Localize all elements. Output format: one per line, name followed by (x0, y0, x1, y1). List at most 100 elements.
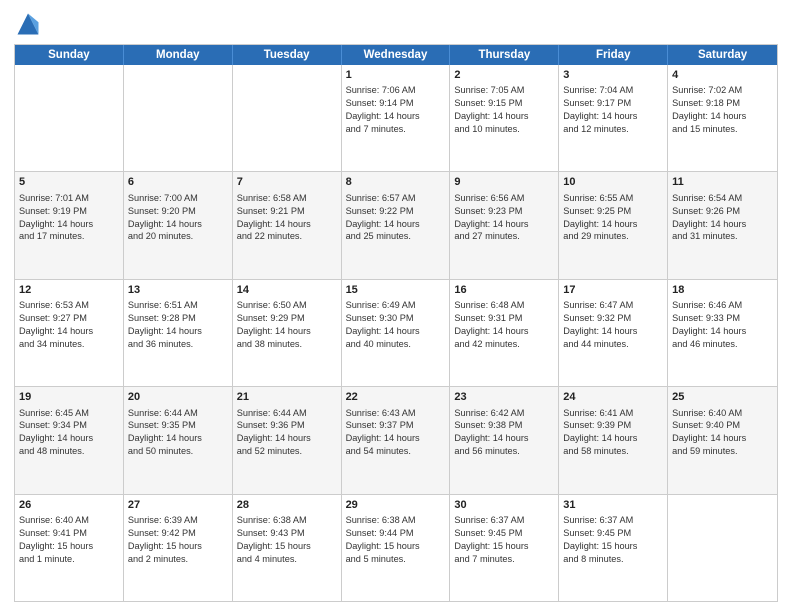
day-number: 27 (128, 498, 228, 513)
day-info: Daylight: 14 hours (672, 218, 773, 231)
day-number: 30 (454, 498, 554, 513)
day-info: Daylight: 15 hours (346, 540, 446, 553)
calendar-cell (668, 495, 777, 601)
day-info: and 42 minutes. (454, 338, 554, 351)
day-info: Sunrise: 7:06 AM (346, 84, 446, 97)
day-info: Daylight: 15 hours (563, 540, 663, 553)
day-number: 6 (128, 175, 228, 190)
calendar-cell: 15Sunrise: 6:49 AMSunset: 9:30 PMDayligh… (342, 280, 451, 386)
calendar-cell: 17Sunrise: 6:47 AMSunset: 9:32 PMDayligh… (559, 280, 668, 386)
day-info: Daylight: 14 hours (237, 218, 337, 231)
day-number: 29 (346, 498, 446, 513)
day-number: 9 (454, 175, 554, 190)
day-info: Sunrise: 6:40 AM (672, 407, 773, 420)
day-info: Daylight: 14 hours (454, 432, 554, 445)
day-info: Daylight: 14 hours (237, 432, 337, 445)
day-info: Sunset: 9:18 PM (672, 97, 773, 110)
day-info: Daylight: 15 hours (454, 540, 554, 553)
day-info: Daylight: 14 hours (563, 432, 663, 445)
day-info: Sunrise: 7:04 AM (563, 84, 663, 97)
day-info: Sunset: 9:19 PM (19, 205, 119, 218)
calendar-cell: 6Sunrise: 7:00 AMSunset: 9:20 PMDaylight… (124, 172, 233, 278)
calendar-cell: 24Sunrise: 6:41 AMSunset: 9:39 PMDayligh… (559, 387, 668, 493)
calendar-cell: 25Sunrise: 6:40 AMSunset: 9:40 PMDayligh… (668, 387, 777, 493)
day-info: Sunset: 9:41 PM (19, 527, 119, 540)
day-number: 8 (346, 175, 446, 190)
calendar-body: 1Sunrise: 7:06 AMSunset: 9:14 PMDaylight… (15, 65, 777, 601)
day-info: Sunrise: 6:56 AM (454, 192, 554, 205)
day-info: Sunrise: 6:45 AM (19, 407, 119, 420)
day-info: and 12 minutes. (563, 123, 663, 136)
page: SundayMondayTuesdayWednesdayThursdayFrid… (0, 0, 792, 612)
calendar-cell: 31Sunrise: 6:37 AMSunset: 9:45 PMDayligh… (559, 495, 668, 601)
calendar-cell: 12Sunrise: 6:53 AMSunset: 9:27 PMDayligh… (15, 280, 124, 386)
day-info: Daylight: 14 hours (672, 110, 773, 123)
day-number: 19 (19, 390, 119, 405)
day-info: Sunset: 9:43 PM (237, 527, 337, 540)
day-info: and 5 minutes. (346, 553, 446, 566)
day-info: Sunset: 9:38 PM (454, 419, 554, 432)
calendar-cell: 26Sunrise: 6:40 AMSunset: 9:41 PMDayligh… (15, 495, 124, 601)
day-number: 11 (672, 175, 773, 190)
day-info: and 7 minutes. (454, 553, 554, 566)
day-info: Sunrise: 6:39 AM (128, 514, 228, 527)
day-info: Daylight: 14 hours (346, 110, 446, 123)
day-info: and 54 minutes. (346, 445, 446, 458)
day-info: and 15 minutes. (672, 123, 773, 136)
day-info: Sunset: 9:23 PM (454, 205, 554, 218)
calendar-cell: 13Sunrise: 6:51 AMSunset: 9:28 PMDayligh… (124, 280, 233, 386)
day-info: and 50 minutes. (128, 445, 228, 458)
day-info: Sunrise: 6:55 AM (563, 192, 663, 205)
calendar-cell: 8Sunrise: 6:57 AMSunset: 9:22 PMDaylight… (342, 172, 451, 278)
day-info: Daylight: 14 hours (237, 325, 337, 338)
day-info: Sunrise: 6:40 AM (19, 514, 119, 527)
day-info: and 48 minutes. (19, 445, 119, 458)
calendar-cell: 20Sunrise: 6:44 AMSunset: 9:35 PMDayligh… (124, 387, 233, 493)
day-info: and 58 minutes. (563, 445, 663, 458)
day-info: Sunrise: 6:58 AM (237, 192, 337, 205)
day-info: Daylight: 14 hours (346, 432, 446, 445)
day-info: Sunset: 9:36 PM (237, 419, 337, 432)
day-info: Sunset: 9:27 PM (19, 312, 119, 325)
calendar-cell: 2Sunrise: 7:05 AMSunset: 9:15 PMDaylight… (450, 65, 559, 171)
day-info: Daylight: 14 hours (346, 325, 446, 338)
calendar-cell: 16Sunrise: 6:48 AMSunset: 9:31 PMDayligh… (450, 280, 559, 386)
day-info: Sunrise: 6:44 AM (128, 407, 228, 420)
day-number: 3 (563, 68, 663, 83)
day-info: Sunrise: 6:46 AM (672, 299, 773, 312)
day-info: Sunrise: 6:54 AM (672, 192, 773, 205)
day-info: Sunset: 9:28 PM (128, 312, 228, 325)
calendar-cell (233, 65, 342, 171)
day-info: Daylight: 14 hours (19, 218, 119, 231)
calendar-cell: 21Sunrise: 6:44 AMSunset: 9:36 PMDayligh… (233, 387, 342, 493)
day-info: and 10 minutes. (454, 123, 554, 136)
calendar-cell: 30Sunrise: 6:37 AMSunset: 9:45 PMDayligh… (450, 495, 559, 601)
day-info: Sunset: 9:32 PM (563, 312, 663, 325)
day-info: and 25 minutes. (346, 230, 446, 243)
day-number: 21 (237, 390, 337, 405)
day-info: Sunset: 9:17 PM (563, 97, 663, 110)
calendar-week-3: 12Sunrise: 6:53 AMSunset: 9:27 PMDayligh… (15, 279, 777, 386)
logo-icon (14, 10, 42, 38)
day-info: Sunset: 9:15 PM (454, 97, 554, 110)
calendar-week-4: 19Sunrise: 6:45 AMSunset: 9:34 PMDayligh… (15, 386, 777, 493)
header-day-wednesday: Wednesday (342, 45, 451, 65)
day-info: Sunset: 9:20 PM (128, 205, 228, 218)
day-number: 25 (672, 390, 773, 405)
day-info: Sunrise: 6:43 AM (346, 407, 446, 420)
day-info: Sunset: 9:45 PM (454, 527, 554, 540)
day-info: Sunset: 9:33 PM (672, 312, 773, 325)
calendar-cell: 19Sunrise: 6:45 AMSunset: 9:34 PMDayligh… (15, 387, 124, 493)
day-number: 23 (454, 390, 554, 405)
day-info: Daylight: 14 hours (128, 325, 228, 338)
calendar-week-2: 5Sunrise: 7:01 AMSunset: 9:19 PMDaylight… (15, 171, 777, 278)
day-info: Sunrise: 6:38 AM (237, 514, 337, 527)
day-info: Daylight: 14 hours (563, 218, 663, 231)
day-number: 12 (19, 283, 119, 298)
day-info: and 31 minutes. (672, 230, 773, 243)
day-info: Sunset: 9:22 PM (346, 205, 446, 218)
day-number: 28 (237, 498, 337, 513)
day-info: Sunrise: 7:01 AM (19, 192, 119, 205)
day-info: Sunrise: 7:02 AM (672, 84, 773, 97)
day-number: 10 (563, 175, 663, 190)
